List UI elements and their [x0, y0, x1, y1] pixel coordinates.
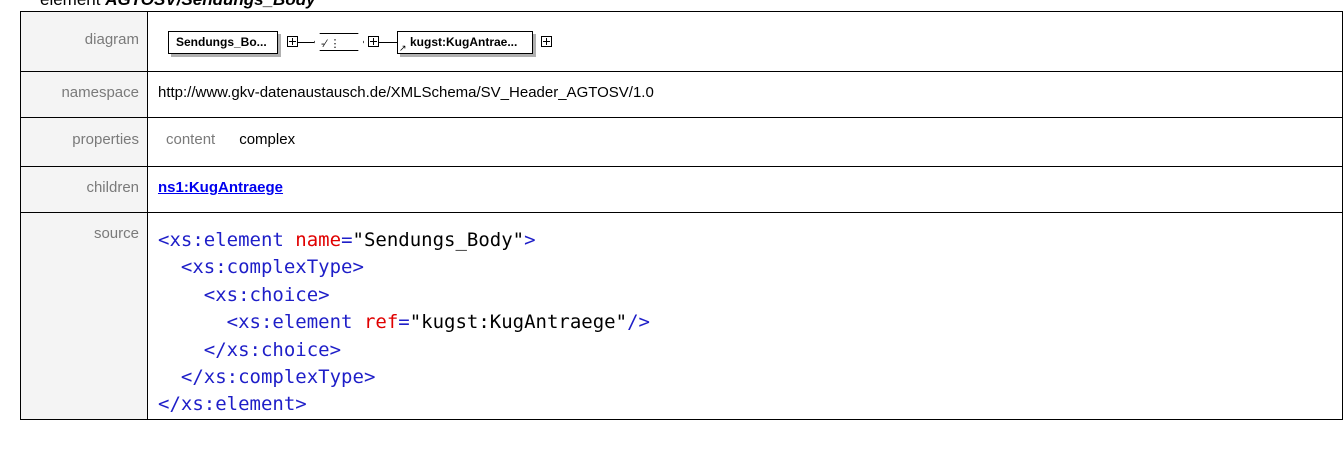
properties-pair: content complex	[158, 118, 1342, 148]
heading-element-name: AGTOSV/Sendungs_Body	[105, 0, 315, 9]
source-label-cell: source	[20, 212, 148, 420]
row-diagram: diagram Sendungs_Bo... -⁄ ⋮ kugst:KugAnt…	[20, 11, 1343, 72]
element-doc-table: diagram Sendungs_Bo... -⁄ ⋮ kugst:KugAnt…	[20, 11, 1343, 420]
choice-symbol-icon: -⁄ ⋮	[321, 38, 341, 50]
diagram-ref-box[interactable]: kugst:KugAntrae...	[397, 31, 533, 54]
connector-line	[298, 42, 314, 43]
children-label-cell: children	[20, 166, 148, 213]
namespace-value: http://www.gkv-datenaustausch.de/XMLSche…	[158, 84, 654, 101]
expand-plus-icon[interactable]	[541, 36, 552, 47]
expand-plus-icon[interactable]	[368, 36, 379, 47]
row-children: children ns1:KugAntraege	[20, 166, 1343, 213]
source-line: <xs:choice>	[203, 283, 330, 306]
properties-cell: content complex	[147, 117, 1343, 167]
children-cell: ns1:KugAntraege	[147, 166, 1343, 213]
schema-diagram: Sendungs_Bo... -⁄ ⋮ kugst:KugAntrae... ↗	[158, 12, 1342, 71]
children-label: children	[86, 179, 139, 196]
diagram-element-box[interactable]: Sendungs_Bo...	[168, 31, 278, 54]
source-line: <xs:element name="Sendungs_Body">	[158, 229, 536, 251]
namespace-label: namespace	[61, 84, 139, 101]
namespace-cell: http://www.gkv-datenaustausch.de/XMLSche…	[147, 71, 1343, 118]
source-label: source	[93, 225, 139, 242]
page-heading: element AGTOSV/Sendungs_Body	[40, 0, 316, 11]
source-code: <xs:element name="Sendungs_Body"> <xs:co…	[158, 213, 1342, 419]
row-source: source <xs:element name="Sendungs_Body">…	[20, 212, 1343, 420]
diagram-label: diagram	[84, 31, 139, 48]
properties-label: properties	[72, 131, 139, 148]
reference-arrow-icon: ↗	[399, 43, 407, 53]
row-properties: properties content complex	[20, 117, 1343, 167]
source-line: </xs:complexType>	[180, 366, 376, 389]
heading-kind: element	[40, 0, 100, 9]
property-value: complex	[239, 131, 296, 148]
namespace-label-cell: namespace	[20, 71, 148, 118]
source-line: <xs:complexType>	[180, 256, 364, 279]
properties-label-cell: properties	[20, 117, 148, 167]
connector-line	[379, 42, 397, 43]
source-line: <xs:element ref="kugst:KugAntraege"/>	[226, 311, 650, 334]
diagram-cell: Sendungs_Bo... -⁄ ⋮ kugst:KugAntrae... ↗	[147, 11, 1343, 72]
expand-plus-icon[interactable]	[287, 36, 298, 47]
source-line: </xs:element>	[158, 393, 307, 416]
property-key: content	[166, 131, 216, 148]
row-namespace: namespace http://www.gkv-datenaustausch.…	[20, 71, 1343, 118]
diagram-label-cell: diagram	[20, 11, 148, 72]
child-link[interactable]: ns1:KugAntraege	[158, 179, 283, 196]
source-line: </xs:choice>	[203, 338, 342, 361]
source-cell: <xs:element name="Sendungs_Body"> <xs:co…	[147, 212, 1343, 420]
